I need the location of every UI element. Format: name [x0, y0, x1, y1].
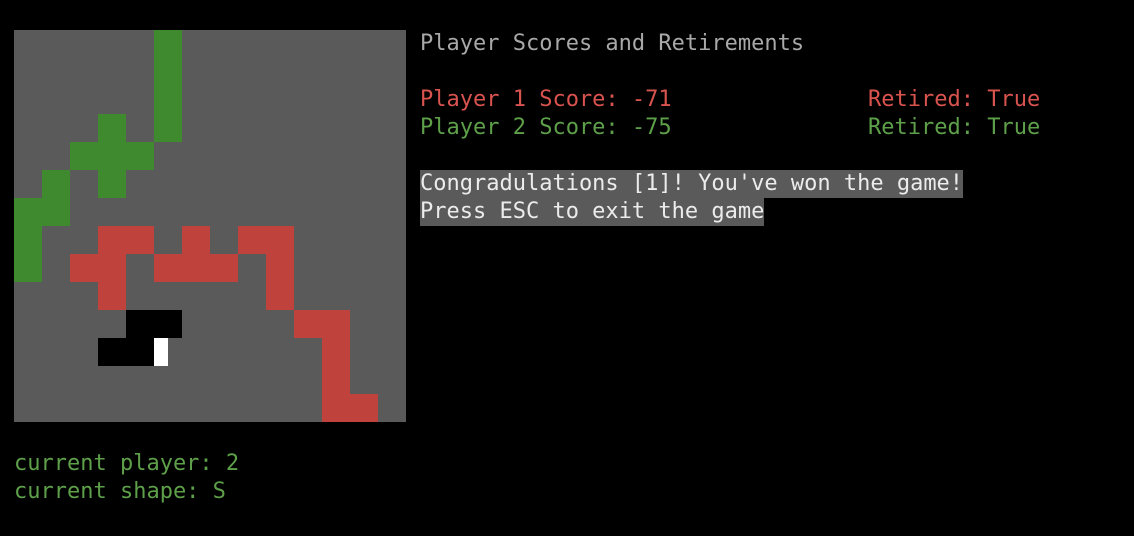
board-cell-p1: [126, 226, 154, 254]
board-cell-p1: [154, 254, 182, 282]
board-cell-p2: [14, 226, 42, 254]
board-cell-p1: [266, 282, 294, 310]
board-cell-p1: [210, 254, 238, 282]
board-cell-p2: [98, 142, 126, 170]
board-cell-p1: [182, 226, 210, 254]
cursor-piece-cell: [154, 338, 182, 366]
board-cell-p1: [238, 226, 266, 254]
board-cell-p2: [42, 198, 70, 226]
player-1-score: Player 1 Score: -71: [420, 87, 672, 112]
board-cell-p1: [70, 254, 98, 282]
board-cell-p1: [98, 254, 126, 282]
board-cell-p1: [350, 394, 378, 422]
win-message: Congradulations [1]! You've won the game…: [420, 170, 964, 198]
player-2-score: Player 2 Score: -75: [420, 115, 672, 140]
cursor-piece-cell: [126, 310, 154, 338]
board-cell-p1: [322, 310, 350, 338]
board-cell-p2: [98, 170, 126, 198]
board-cell-p2: [154, 114, 182, 142]
board-cell-p1: [266, 254, 294, 282]
exit-instruction: Press ESC to exit the game: [420, 198, 765, 226]
player-1-retired-status: Retired: True: [868, 87, 1041, 112]
board-cell-p1: [322, 366, 350, 394]
board-cell-p1: [98, 226, 126, 254]
board-cell-p1: [182, 254, 210, 282]
board-cell-p2: [70, 142, 98, 170]
board-cell-p1: [322, 394, 350, 422]
board-cell-p2: [14, 198, 42, 226]
board-cell-p1: [322, 338, 350, 366]
board-cell-p2: [154, 30, 182, 58]
board-cell-p2: [126, 142, 154, 170]
board-cell-p2: [42, 170, 70, 198]
board-cell-p1: [98, 282, 126, 310]
current-shape-status: current shape: S: [14, 479, 226, 504]
board-cell-p1: [266, 226, 294, 254]
current-player-status: current player: 2: [14, 451, 240, 476]
board-cell-p2: [154, 86, 182, 114]
board-cell-p2: [154, 58, 182, 86]
board-cell-p1: [294, 310, 322, 338]
board-cell-p2: [14, 254, 42, 282]
cursor-piece-cell: [126, 338, 154, 366]
scores-title: Player Scores and Retirements: [420, 31, 805, 56]
cursor-piece-cell: [98, 338, 126, 366]
game-board[interactable]: [14, 30, 406, 422]
cursor-piece-cell: [154, 310, 182, 338]
player-2-retired-status: Retired: True: [868, 115, 1041, 140]
board-cell-p2: [98, 114, 126, 142]
